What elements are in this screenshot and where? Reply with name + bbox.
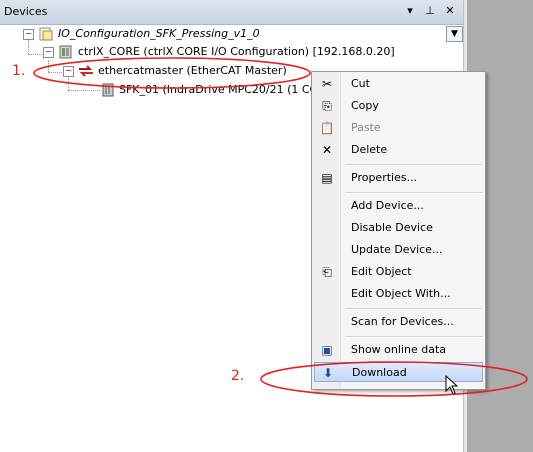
annotation-ellipse-2: [260, 361, 528, 397]
annotation-ellipse-1: [33, 57, 311, 89]
annotation-ellipses: [33, 57, 528, 397]
